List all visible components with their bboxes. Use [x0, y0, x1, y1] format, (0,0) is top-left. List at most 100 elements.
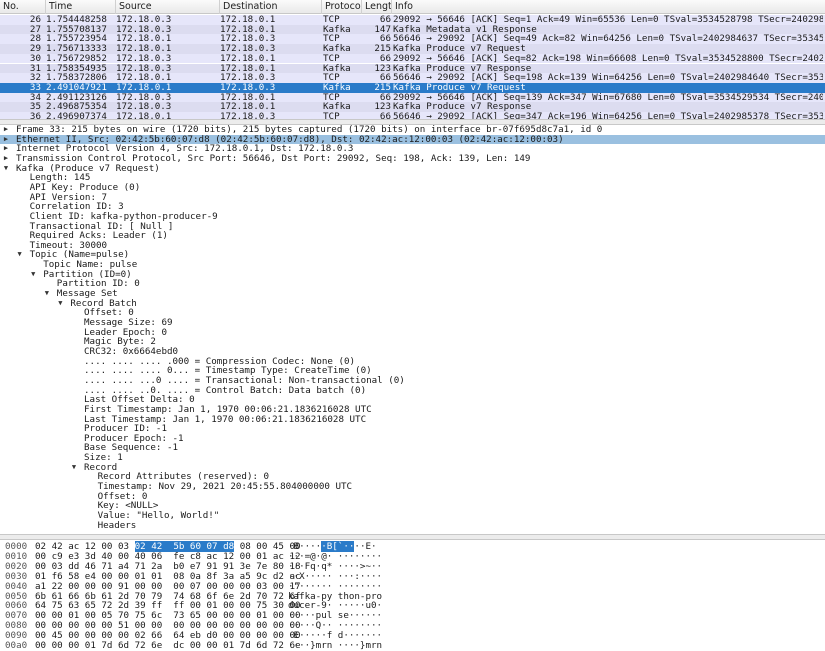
packet-info: 56646 → 29092 [ACK] Seq=198 Ack=139 Win=…	[393, 73, 823, 83]
packet-row[interactable]: 27 1.755708137 172.18.0.3 172.18.0.1 Kafka 14…	[0, 24, 825, 35]
packet-no: 36	[29, 112, 41, 119]
tree-item[interactable]: API Version: 7	[0, 192, 825, 203]
packet-source: 172.18.0.3	[116, 92, 172, 103]
packet-length: 147	[374, 24, 391, 35]
column-header-protocol[interactable]: Protocol	[322, 0, 362, 14]
packet-no: 35	[29, 102, 41, 112]
hex-ascii: ·"······ ········	[288, 580, 383, 592]
collapsed-arrow-icon[interactable]: ▶	[2, 125, 10, 135]
packet-length: 66	[379, 53, 391, 64]
packet-protocol: Kafka	[323, 44, 351, 54]
packet-no: 29	[29, 44, 41, 54]
packet-row[interactable]: 30 1.756729852 172.18.0.3 172.18.0.1 TCP 66 29…	[0, 53, 825, 64]
hex-row[interactable]: 00a0 00 00 00 01 7d 6d 72 6e dc 00 00 01 …	[0, 641, 825, 651]
expanded-arrow-icon[interactable]: ▼	[43, 289, 51, 299]
packet-protocol: Kafka	[323, 63, 351, 74]
packet-row[interactable]: 35 2.496875354 172.18.0.3 172.18.0.1 Kafka 12…	[0, 102, 825, 112]
packet-source: 172.18.0.3	[116, 53, 172, 64]
tree-item[interactable]: Base Sequence: -1	[0, 443, 825, 453]
packet-info: Kafka Produce v7 Response	[393, 102, 532, 112]
packet-no: 34	[29, 92, 41, 103]
tree-item[interactable]: ▼ Kafka (Produce v7 Request)	[0, 163, 825, 174]
collapsed-arrow-icon[interactable]: ▶	[2, 135, 10, 145]
packet-info: Kafka Produce v7 Request	[393, 82, 526, 93]
packet-length: 66	[379, 15, 391, 25]
packet-row[interactable]: 33 2.491047921 172.18.0.1 172.18.0.3 Kafka 21…	[0, 82, 825, 93]
hex-offset: 0040	[5, 580, 28, 592]
packet-protocol: TCP	[323, 53, 340, 64]
packet-length: 123	[374, 63, 391, 74]
tree-item[interactable]: Size: 1	[0, 453, 825, 463]
packet-info: Kafka Produce v7 Request	[393, 44, 526, 54]
packet-destination: 172.18.0.3	[220, 82, 276, 93]
column-header-info[interactable]: Info	[392, 0, 825, 14]
packet-destination: 172.18.0.3	[220, 112, 276, 119]
packet-row[interactable]: 36 2.496907374 172.18.0.1 172.18.0.3 TCP 66 56…	[0, 112, 825, 119]
hex-row[interactable]: 0040 a1 22 00 00 00 91 00 00 00 07 00 00 …	[0, 580, 825, 592]
tree-item[interactable]: API Key: Produce (0)	[0, 183, 825, 193]
packet-row[interactable]: 26 1.754448258 172.18.0.3 172.18.0.1 TCP 66 29…	[0, 15, 825, 25]
collapsed-arrow-icon[interactable]: ▶	[2, 144, 10, 154]
packet-time: 1.756713333	[46, 44, 107, 54]
packet-destination: 172.18.0.1	[220, 53, 276, 64]
packet-source: 172.18.0.1	[116, 44, 172, 54]
packet-details-tree[interactable]: ▶ Frame 33: 215 bytes on wire (1720 bits)…	[0, 125, 825, 535]
packet-time: 1.756729852	[46, 53, 107, 64]
packet-time: 2.491123126	[46, 92, 107, 103]
expanded-arrow-icon[interactable]: ▼	[29, 270, 37, 280]
packet-protocol: TCP	[323, 34, 340, 45]
packet-time: 1.758354935	[46, 63, 107, 74]
tree-item-label: Headers	[97, 519, 137, 531]
packet-protocol: Kafka	[323, 102, 351, 112]
column-header-time[interactable]: Time	[46, 0, 116, 14]
packet-row[interactable]: 34 2.491123126 172.18.0.3 172.18.0.1 TCP 66 29…	[0, 92, 825, 103]
packet-source: 172.18.0.3	[116, 63, 172, 74]
expanded-arrow-icon[interactable]: ▼	[56, 299, 64, 309]
packet-destination: 172.18.0.1	[220, 63, 276, 74]
tree-item[interactable]: Partition ID: 0	[0, 279, 825, 289]
hex-ascii: ····}mrn ····}mrn	[288, 640, 383, 651]
packet-no: 26	[29, 15, 41, 25]
packet-list[interactable]: No. Time Source Destination Protocol Len…	[0, 0, 825, 119]
packet-protocol: TCP	[323, 15, 340, 25]
packet-length: 66	[379, 73, 391, 83]
packet-length: 66	[379, 92, 391, 103]
packet-source: 172.18.0.1	[116, 34, 172, 45]
packet-length: 215	[374, 82, 391, 93]
packet-row[interactable]: 29 1.756713333 172.18.0.1 172.18.0.3 Kafka 21…	[0, 44, 825, 54]
expanded-arrow-icon[interactable]: ▼	[16, 250, 24, 260]
packet-row[interactable]: 28 1.755723954 172.18.0.1 172.18.0.3 TCP 66 56…	[0, 34, 825, 45]
packet-time: 2.496875354	[46, 102, 107, 112]
packet-source: 172.18.0.1	[116, 112, 172, 119]
column-header-length[interactable]: Length	[362, 0, 392, 14]
packet-row[interactable]: 31 1.758354935 172.18.0.3 172.18.0.1 Kafka 12…	[0, 63, 825, 74]
packet-info: Kafka Produce v7 Response	[393, 63, 532, 74]
tree-item[interactable]: Required Acks: Leader (1)	[0, 231, 825, 241]
collapsed-arrow-icon[interactable]: ▶	[2, 154, 10, 164]
packet-source: 172.18.0.3	[116, 24, 172, 35]
hex-offset: 00a0	[5, 640, 28, 651]
expanded-arrow-icon[interactable]: ▼	[2, 164, 10, 174]
packet-protocol: TCP	[323, 112, 340, 119]
expanded-arrow-icon[interactable]: ▼	[70, 463, 78, 473]
packet-destination: 172.18.0.3	[220, 44, 276, 54]
packet-source: 172.18.0.3	[116, 102, 172, 112]
packet-destination: 172.18.0.1	[220, 92, 276, 103]
hex-bytes: a1 22 00 00 00 91 00 00 00 07 00 00 00 0…	[35, 580, 301, 592]
packet-source: 172.18.0.1	[116, 82, 172, 93]
packet-destination: 172.18.0.3	[220, 73, 276, 83]
packet-info: 56646 → 29092 [ACK] Seq=49 Ack=82 Win=64…	[393, 34, 823, 45]
packet-no: 31	[29, 63, 41, 74]
packet-row[interactable]: 32 1.758372806 172.18.0.1 172.18.0.3 TCP 66 56…	[0, 73, 825, 83]
column-header-destination[interactable]: Destination	[220, 0, 322, 14]
column-header-no[interactable]: No.	[0, 0, 46, 14]
packet-source: 172.18.0.3	[116, 15, 172, 25]
packet-protocol: Kafka	[323, 82, 351, 93]
tree-item[interactable]: Headers	[0, 519, 825, 531]
packet-bytes-pane[interactable]: 0000 02 42 ac 12 00 03 02 42 5b 60 07 d8 …	[0, 540, 825, 651]
packet-length: 66	[379, 112, 391, 119]
packet-no: 33	[29, 82, 41, 93]
packet-list-header: No. Time Source Destination Protocol Len…	[0, 0, 825, 14]
column-header-source[interactable]: Source	[116, 0, 220, 14]
packet-destination: 172.18.0.1	[220, 102, 276, 112]
